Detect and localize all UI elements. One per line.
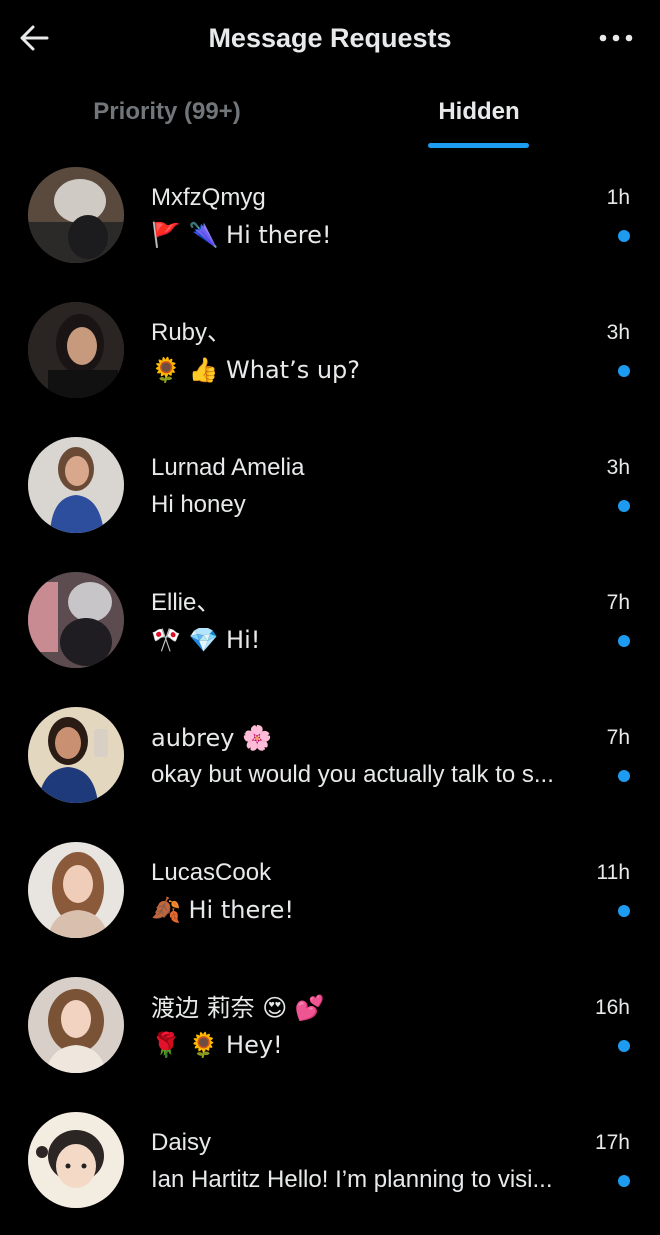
sender-name: Ellie、 <box>151 589 221 616</box>
message-preview: Hi honey <box>151 491 246 518</box>
timestamp: 17h <box>594 1131 630 1154</box>
unread-indicator <box>618 1040 630 1052</box>
sender-name: LucasCook <box>151 859 272 886</box>
unread-indicator <box>618 1175 630 1187</box>
avatar[interactable] <box>28 842 124 938</box>
conversation-row[interactable]: LucasCook 🍂 Hi there! 11h <box>0 830 660 965</box>
message-preview: okay but would you actually talk to s... <box>151 761 554 788</box>
timestamp: 3h <box>606 321 630 344</box>
timestamp: 7h <box>606 726 630 749</box>
conversation-row[interactable]: Lurnad Amelia Hi honey 3h <box>0 425 660 560</box>
sender-name: Daisy <box>151 1129 212 1156</box>
conversation-row[interactable]: aubrey 🌸 okay but would you actually tal… <box>0 695 660 830</box>
message-preview: Ian Hartitz Hello! I’m planning to visi.… <box>151 1166 553 1193</box>
sender-name: MxfzQmyg <box>151 184 266 211</box>
unread-indicator <box>618 635 630 647</box>
page-title: Message Requests <box>208 23 452 53</box>
sender-name: 渡边 莉奈 😍 💕 <box>151 994 325 1022</box>
avatar[interactable] <box>28 437 124 533</box>
unread-indicator <box>618 500 630 512</box>
conversation-row[interactable]: Ellie、 🎌 💎 Hi! 7h <box>0 560 660 695</box>
unread-indicator <box>618 905 630 917</box>
sender-name: aubrey 🌸 <box>151 724 272 752</box>
conversation-row[interactable]: Daisy Ian Hartitz Hello! I’m planning to… <box>0 1100 660 1235</box>
unread-indicator <box>618 770 630 782</box>
tab-bar: Priority (99+) Hidden <box>0 86 660 152</box>
avatar[interactable] <box>28 572 124 668</box>
timestamp: 1h <box>606 186 630 209</box>
more-options-button[interactable] <box>596 24 636 52</box>
timestamp: 16h <box>594 996 630 1019</box>
active-tab-indicator <box>428 143 529 148</box>
avatar[interactable] <box>28 977 124 1073</box>
avatar[interactable] <box>28 167 124 263</box>
sender-name: Ruby、 <box>151 319 232 346</box>
conversation-row[interactable]: 渡边 莉奈 😍 💕 🌹 🌻 Hey! 16h <box>0 965 660 1100</box>
conversation-row[interactable]: MxfzQmyg 🚩 🌂 Hi there! 1h <box>0 155 660 290</box>
conversation-row[interactable]: Ruby、 🌻 👍 What’s up? 3h <box>0 290 660 425</box>
unread-indicator <box>618 365 630 377</box>
top-bar: Message Requests <box>0 0 660 76</box>
message-preview: 🚩 🌂 Hi there! <box>151 221 332 249</box>
message-preview: 🍂 Hi there! <box>151 896 294 924</box>
avatar[interactable] <box>28 302 124 398</box>
avatar[interactable] <box>28 707 124 803</box>
message-preview: 🎌 💎 Hi! <box>151 626 261 654</box>
avatar[interactable] <box>28 1112 124 1208</box>
timestamp: 3h <box>606 456 630 479</box>
timestamp: 11h <box>596 861 630 884</box>
more-horizontal-icon <box>599 34 633 42</box>
sender-name: Lurnad Amelia <box>151 454 305 481</box>
timestamp: 7h <box>606 591 630 614</box>
tab-priority[interactable]: Priority (99+) <box>52 86 282 152</box>
message-preview: 🌹 🌻 Hey! <box>151 1031 283 1059</box>
message-preview: 🌻 👍 What’s up? <box>151 356 361 384</box>
unread-indicator <box>618 230 630 242</box>
